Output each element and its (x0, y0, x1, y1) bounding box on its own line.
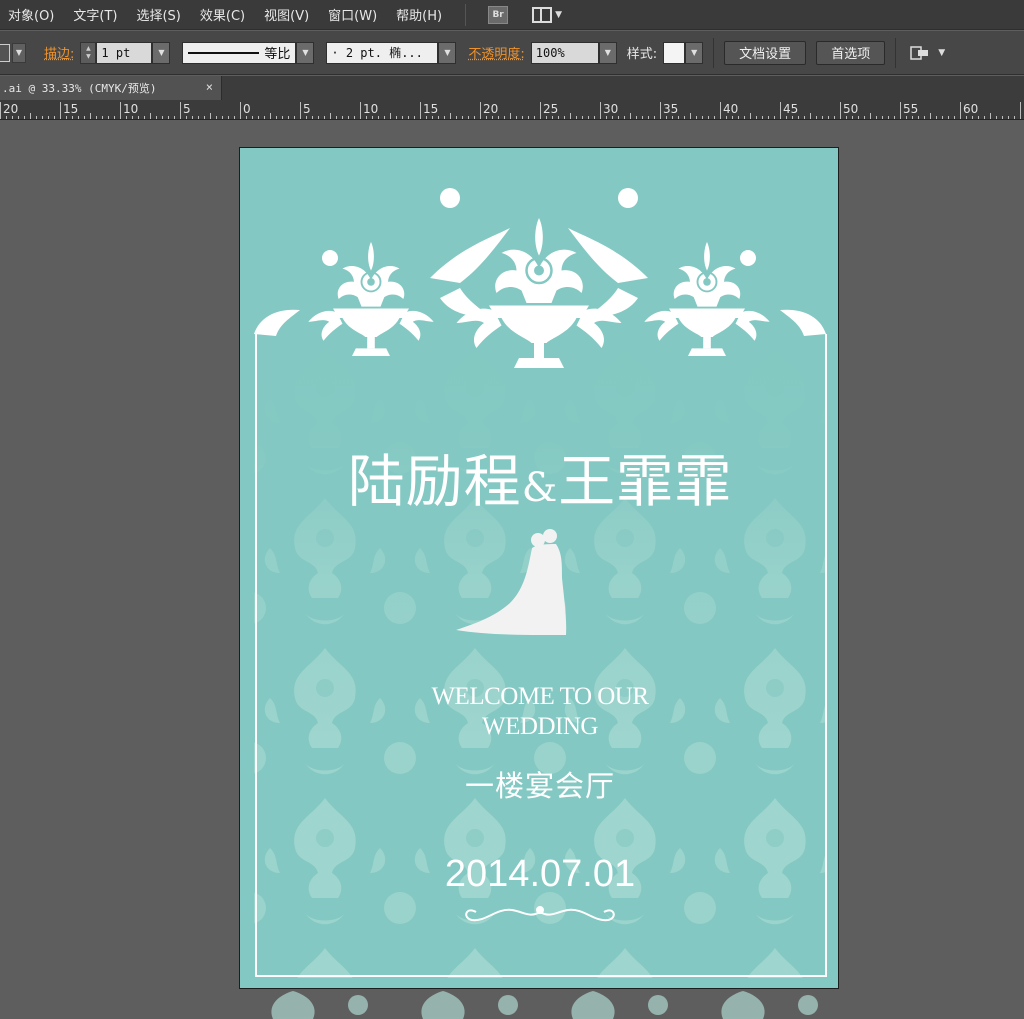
close-icon[interactable]: × (206, 80, 213, 94)
stroke-weight-dropdown[interactable]: ▼ (152, 41, 171, 64)
style-dropdown[interactable]: ▼ (685, 41, 704, 64)
menu-view[interactable]: 视图(V) (256, 5, 320, 24)
opacity-label[interactable]: 不透明度: (468, 43, 524, 62)
wedding-date: 2014.07.01 (444, 853, 636, 895)
layout-grid-icon (532, 6, 553, 23)
stroke-weight-stepper[interactable]: ▲ ▼ (80, 41, 97, 64)
toolbar-separator (713, 37, 715, 68)
menu-object[interactable]: 对象(O) (0, 5, 65, 24)
ruler-label: 45 (783, 102, 798, 116)
canvas-area[interactable]: 陆励程&王霏霏 WELCOME TO OUR WEDDING 一楼宴会厅 201… (0, 121, 1024, 1019)
ruler-label: 0 (243, 102, 251, 116)
ruler-label: 15 (63, 102, 78, 116)
ruler-label: 5 (303, 102, 311, 116)
control-bar: ▼ 描边: ▲ ▼ 1 pt ▼ 等比 ▼ · 2 pt. 椭... ▼ 不透明度… (0, 31, 1024, 75)
horizontal-ruler[interactable]: 20 15 10 5 0 5 10 15 20 25 30 35 40 45 50 55 60 (0, 100, 1024, 120)
chevron-down-icon[interactable]: ▼ (938, 48, 945, 58)
ruler-label: 5 (183, 102, 191, 116)
ruler-ticks: 20 15 10 5 0 5 10 15 20 25 30 35 40 45 50 55 60 (0, 102, 1021, 119)
profile-dropdown[interactable]: ▼ (296, 41, 315, 64)
bride-name: 王霏霏 (558, 449, 733, 515)
menu-type[interactable]: 文字(T) (65, 5, 128, 24)
menu-select[interactable]: 选择(S) (128, 5, 191, 24)
menu-window[interactable]: 窗口(W) (320, 5, 388, 24)
stroke-label[interactable]: 描边: (44, 43, 74, 62)
stroke-weight-field[interactable]: 1 pt (96, 41, 153, 64)
menu-separator (465, 3, 467, 26)
document-tab[interactable]: .ai @ 33.33% (CMYK/预览) × (0, 76, 222, 100)
couple-names: 陆励程&王霏霏 (240, 436, 838, 518)
groom-name: 陆励程 (347, 449, 522, 515)
ruler-label: 60 (963, 102, 978, 116)
align-panel-icon[interactable]: ▼ (910, 45, 945, 61)
opacity-dropdown[interactable]: ▼ (598, 41, 617, 64)
ruler-label: 35 (663, 102, 678, 116)
toolbar-separator (895, 37, 897, 68)
ruler-label: 25 (543, 102, 558, 116)
artboard[interactable]: 陆励程&王霏霏 WELCOME TO OUR WEDDING 一楼宴会厅 201… (239, 147, 839, 989)
welcome-line-1: WELCOME TO OUR (431, 683, 649, 710)
welcome-text: WELCOME TO OUR WEDDING (240, 682, 838, 742)
brush-dropdown[interactable]: ▼ (438, 41, 457, 64)
preferences-button[interactable]: 首选项 (816, 40, 886, 65)
ruler-label: 30 (603, 102, 618, 116)
style-label: 样式: (626, 47, 658, 62)
ruler-label: 20 (483, 102, 498, 116)
ruler-label: 50 (843, 102, 858, 116)
chevron-down-icon: ▼ (555, 9, 563, 20)
offboard-pattern (271, 991, 818, 1019)
arrange-documents-icon[interactable]: ▼ (532, 6, 563, 23)
ruler-label: 55 (903, 102, 918, 116)
ruler-label: 15 (423, 102, 438, 116)
align-icon (910, 45, 929, 60)
ruler-label: 40 (723, 102, 738, 116)
document-setup-button[interactable]: 文档设置 (724, 40, 807, 65)
ruler-label: 10 (123, 102, 138, 116)
opacity-field[interactable]: 100% (530, 41, 599, 64)
fill-swatch[interactable] (0, 43, 10, 62)
menu-bar: 对象(O) 文字(T) 选择(S) 效果(C) 视图(V) 窗口(W) 帮助(H… (0, 0, 1024, 30)
stroke-line-preview (188, 51, 260, 54)
ruler-label: 20 (3, 102, 18, 116)
menu-help[interactable]: 帮助(H) (388, 5, 453, 24)
bridge-icon[interactable]: Br (488, 5, 509, 24)
ruler-label: 10 (363, 102, 378, 116)
chevron-down-icon[interactable]: ▼ (12, 42, 26, 63)
graphic-style-swatch[interactable] (663, 41, 686, 64)
ampersand: & (521, 465, 559, 511)
welcome-line-2: WEDDING (482, 713, 598, 740)
brush-definition-field[interactable]: · 2 pt. 椭... (326, 41, 439, 64)
document-tab-title: .ai @ 33.33% (CMYK/预览) (2, 82, 157, 95)
profile-label: 等比 (264, 47, 291, 62)
document-tab-bar: .ai @ 33.33% (CMYK/预览) × (0, 76, 1024, 100)
menu-effect[interactable]: 效果(C) (192, 5, 256, 24)
venue-text: 一楼宴会厅 (464, 769, 615, 803)
variable-width-profile[interactable]: 等比 (182, 41, 297, 64)
fill-swatch-stub[interactable]: ▼ (0, 42, 28, 64)
